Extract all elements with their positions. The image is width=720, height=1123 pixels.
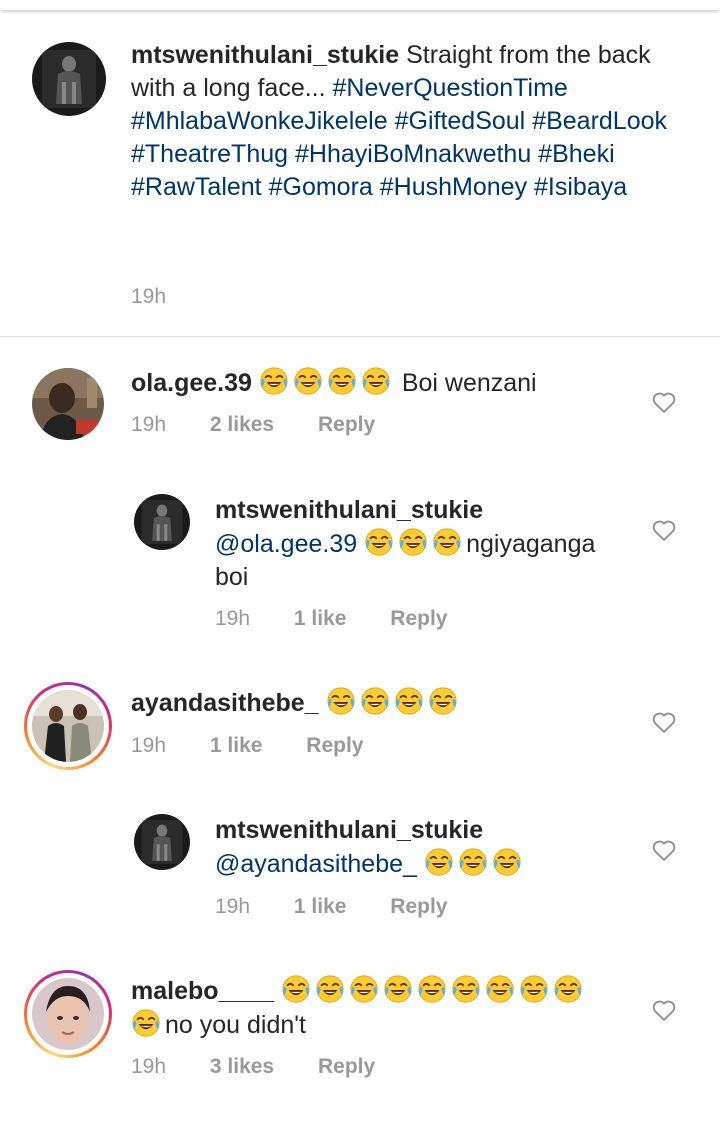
caption-text: mtswenithulani_stukie Straight from the …	[131, 39, 671, 204]
emoji-row	[281, 974, 587, 1005]
reply-body-line1: ngiyaganga	[466, 530, 596, 558]
reply-timestamp: 19h	[215, 895, 251, 918]
comment-username[interactable]: malebo____	[131, 977, 274, 1005]
reply-button[interactable]: Reply	[318, 413, 375, 437]
hashtag-link[interactable]: #GiftedSoul	[395, 107, 526, 135]
comment-timestamp: 19h	[131, 1055, 167, 1078]
face-with-tears-of-joy-icon	[131, 1008, 161, 1038]
reply-text: mtswenithulani_stukie @ola.gee.39 ngiyag…	[215, 494, 645, 594]
face-with-tears-of-joy-icon	[398, 527, 428, 557]
face-with-tears-of-joy-icon	[327, 366, 357, 396]
caption-username[interactable]: mtswenithulani_stukie	[131, 41, 399, 69]
heart-outline-icon[interactable]	[650, 388, 678, 416]
caption-timestamp: 19h	[131, 285, 167, 308]
heart-outline-icon[interactable]	[650, 996, 678, 1024]
comment-timestamp: 19h	[131, 734, 167, 757]
reply-username[interactable]: mtswenithulani_stukie	[215, 816, 483, 844]
caption-meta: 19h	[131, 285, 166, 309]
face-with-tears-of-joy-icon	[428, 686, 458, 716]
comment-username[interactable]: ola.gee.39	[131, 369, 252, 397]
face-with-tears-of-joy-icon	[553, 974, 583, 1004]
emoji-row	[259, 366, 395, 397]
mention-link[interactable]: @ayandasithebe_	[215, 850, 417, 878]
comment-meta: 19h 2 likes Reply	[131, 413, 375, 437]
face-with-tears-of-joy-icon	[519, 974, 549, 1004]
top-bar-shadow	[0, 0, 720, 10]
likes-count[interactable]: 3 likes	[210, 1055, 274, 1079]
heart-outline-icon[interactable]	[650, 708, 678, 736]
comment-avatar[interactable]	[32, 978, 104, 1050]
comment-meta: 19h 3 likes Reply	[131, 1055, 375, 1079]
likes-count[interactable]: 1 like	[294, 607, 347, 631]
hashtag-link[interactable]: #NeverQuestionTime	[333, 74, 568, 102]
hashtag-link[interactable]: #HushMoney	[380, 173, 527, 201]
face-with-tears-of-joy-icon	[281, 974, 311, 1004]
hashtag-link[interactable]: #HhayiBoMnakwethu	[295, 140, 531, 168]
comment-text: malebo____ no you didn't	[131, 974, 641, 1042]
emoji-row	[424, 847, 526, 878]
comment-username[interactable]: ayandasithebe_	[131, 689, 319, 717]
hashtag-link[interactable]: #TheatreThug	[131, 140, 288, 168]
likes-count[interactable]: 1 like	[210, 734, 263, 758]
hashtag-link[interactable]: #RawTalent	[131, 173, 262, 201]
comment-text: ola.gee.39 Boi wenzani	[131, 366, 641, 400]
face-with-tears-of-joy-icon	[259, 366, 289, 396]
face-with-tears-of-joy-icon	[326, 686, 356, 716]
emoji-row	[364, 527, 466, 558]
reply-avatar[interactable]	[134, 494, 190, 550]
heart-outline-icon[interactable]	[650, 516, 678, 544]
comment-timestamp: 19h	[131, 413, 167, 436]
hashtag-link[interactable]: #MhlabaWonkeJikelele	[131, 107, 388, 135]
face-with-tears-of-joy-icon	[417, 974, 447, 1004]
reply-username[interactable]: mtswenithulani_stukie	[215, 496, 483, 524]
reply-meta: 19h 1 like Reply	[215, 607, 447, 631]
emoji-row	[326, 686, 462, 717]
reply-button[interactable]: Reply	[390, 607, 447, 631]
face-with-tears-of-joy-icon	[394, 686, 424, 716]
face-with-tears-of-joy-icon	[485, 974, 515, 1004]
comment-body: Boi wenzani	[401, 369, 537, 397]
hashtag-link[interactable]: #Isibaya	[534, 173, 627, 201]
comment-meta: 19h 1 like Reply	[131, 734, 363, 758]
reply-button[interactable]: Reply	[390, 895, 447, 919]
divider	[0, 336, 720, 337]
likes-count[interactable]: 2 likes	[210, 413, 274, 437]
likes-count[interactable]: 1 like	[294, 895, 347, 919]
comment-avatar[interactable]	[32, 368, 104, 440]
face-with-tears-of-joy-icon	[293, 366, 323, 396]
face-with-tears-of-joy-icon	[432, 527, 462, 557]
hashtag-link[interactable]: #BeardLook	[532, 107, 667, 135]
face-with-tears-of-joy-icon	[383, 974, 413, 1004]
reply-avatar[interactable]	[134, 814, 190, 870]
reply-text: mtswenithulani_stukie @ayandasithebe_	[215, 814, 645, 881]
face-with-tears-of-joy-icon	[315, 974, 345, 1004]
comment-avatar[interactable]	[32, 690, 104, 762]
face-with-tears-of-joy-icon	[458, 847, 488, 877]
reply-body-line2: boi	[215, 563, 249, 591]
face-with-tears-of-joy-icon	[361, 366, 391, 396]
caption-avatar[interactable]	[32, 42, 106, 116]
hashtag-link[interactable]: #Gomora	[269, 173, 373, 201]
reply-button[interactable]: Reply	[318, 1055, 375, 1079]
comment-text: ayandasithebe_	[131, 686, 641, 720]
face-with-tears-of-joy-icon	[349, 974, 379, 1004]
reply-timestamp: 19h	[215, 607, 251, 630]
mention-link[interactable]: @ola.gee.39	[215, 530, 357, 558]
hashtag-link[interactable]: #Bheki	[538, 140, 614, 168]
face-with-tears-of-joy-icon	[424, 847, 454, 877]
reply-meta: 19h 1 like Reply	[215, 895, 447, 919]
emoji-row	[131, 1008, 165, 1039]
comment-body: no you didn't	[165, 1011, 306, 1039]
face-with-tears-of-joy-icon	[364, 527, 394, 557]
face-with-tears-of-joy-icon	[451, 974, 481, 1004]
reply-button[interactable]: Reply	[306, 734, 363, 758]
face-with-tears-of-joy-icon	[492, 847, 522, 877]
heart-outline-icon[interactable]	[650, 836, 678, 864]
face-with-tears-of-joy-icon	[360, 686, 390, 716]
